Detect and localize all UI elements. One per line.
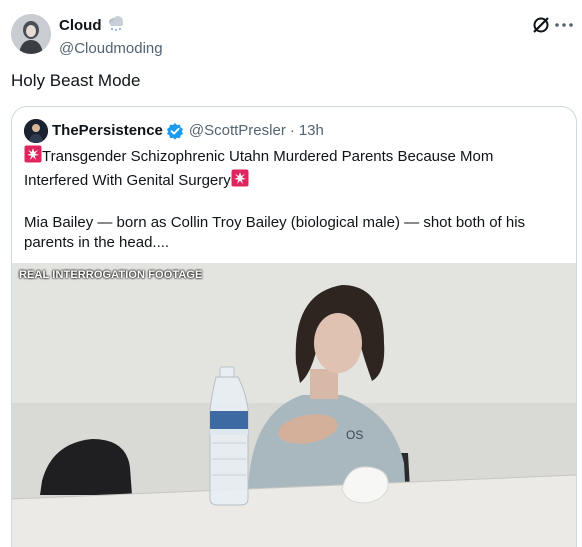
author-avatar[interactable] xyxy=(11,14,51,54)
author-name[interactable]: Cloud xyxy=(59,14,163,38)
quoted-timestamp[interactable]: 13h xyxy=(299,121,324,141)
quoted-author-avatar[interactable] xyxy=(24,119,48,143)
quoted-text-line-3: Mia Bailey — born as Collin Troy Bailey … xyxy=(24,214,526,231)
video-thumbnail[interactable]: OS REAL INTERROGATION FOOTAGE xyxy=(12,263,576,547)
author-name-text[interactable]: Cloud xyxy=(59,16,102,36)
media-label: REAL INTERROGATION FOOTAGE xyxy=(19,269,203,281)
quoted-text-line-1: Transgender Schizophrenic Utahn Murdered… xyxy=(42,148,494,165)
rotating-light-icon xyxy=(24,145,42,169)
more-dots-icon[interactable] xyxy=(553,14,575,36)
svg-text:OS: OS xyxy=(346,428,363,442)
rotating-light-icon xyxy=(231,169,249,193)
snow-cloud-icon xyxy=(106,14,126,38)
quoted-author-name[interactable]: ThePersistence xyxy=(52,121,163,141)
post-text: Holy Beast Mode xyxy=(11,71,141,90)
quoted-tweet[interactable]: ThePersistence @ScottPresler · 13h Trans… xyxy=(11,106,577,547)
quoted-text: Transgender Schizophrenic Utahn Murdered… xyxy=(24,145,564,253)
time-separator: · xyxy=(289,122,295,139)
quoted-text-line-2: Interfered With Genital Surgery xyxy=(24,172,231,189)
quoted-text-line-4: parents in the head.... xyxy=(24,234,170,251)
quoted-author-handle[interactable]: @ScottPresler xyxy=(189,121,286,141)
grok-icon[interactable] xyxy=(530,14,552,36)
author-handle[interactable]: @Cloudmoding xyxy=(59,39,163,59)
verified-badge-icon xyxy=(166,122,184,140)
